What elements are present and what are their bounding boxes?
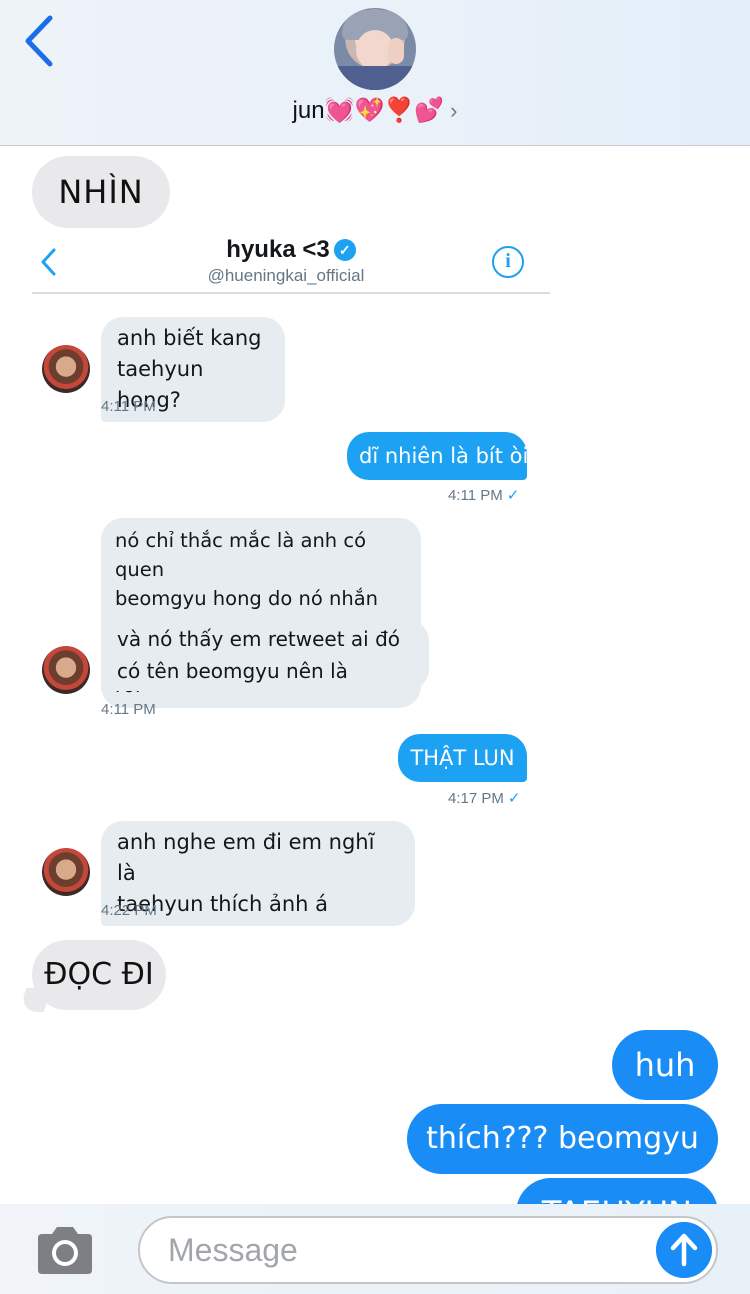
sent-message-huh[interactable]: huh — [612, 1030, 718, 1100]
dm-name-text: hyuka <3 — [226, 236, 330, 263]
dm-screenshot-header: hyuka <3 ✓ @hueningkai_official i — [32, 232, 550, 294]
contact-name-button[interactable]: jun💓💖❣️💕 › — [0, 96, 750, 125]
dm-handle: @hueningkai_official — [207, 266, 365, 285]
dm-line: nó chỉ thắc mắc là anh có quen — [115, 529, 367, 581]
dm-avatar — [42, 848, 90, 896]
message-placeholder: Message — [168, 1232, 298, 1268]
camera-icon[interactable] — [34, 1226, 96, 1276]
dm-received-bubble: và nó thấy em retweet ai đó có tên beomg… — [101, 619, 429, 691]
contact-avatar[interactable] — [334, 8, 416, 90]
dm-line: anh nghe em đi em nghĩ là — [117, 830, 375, 885]
dm-timestamp: 4:11 PM ✓ — [448, 486, 519, 504]
send-arrow-icon[interactable] — [656, 1222, 712, 1278]
dm-contact-name: hyuka <3 ✓ — [32, 236, 550, 264]
dm-avatar — [42, 345, 90, 393]
dm-time-text: 4:17 PM — [448, 790, 504, 807]
dm-timestamp: 4:11 PM — [101, 701, 156, 718]
sent-message-thich[interactable]: thích??? beomgyu — [407, 1104, 718, 1174]
dm-sent-bubble: THẬT LUN — [398, 734, 527, 782]
dm-line: và nó thấy em retweet ai đó — [117, 627, 401, 651]
dm-sent-bubble: dĩ nhiên là bít òi — [347, 432, 528, 480]
back-chevron-icon[interactable] — [22, 14, 62, 68]
verified-badge-icon: ✓ — [333, 239, 356, 261]
dm-avatar — [42, 646, 90, 694]
dm-line: anh biết kang — [117, 326, 262, 350]
dm-timestamp: 4:22 PM — [101, 902, 157, 919]
dm-line: có tên beomgyu nên là — [117, 659, 348, 683]
received-message-nhin[interactable]: NHÌN — [32, 156, 170, 228]
info-icon: i — [492, 246, 524, 278]
received-message-doc-di[interactable]: ĐỌC ĐI — [32, 940, 166, 1010]
compose-bar: Message — [0, 1204, 750, 1294]
chevron-right-icon: › — [450, 98, 458, 123]
conversation-header: jun💓💖❣️💕 › — [0, 0, 750, 146]
read-check-icon: ✓ — [507, 790, 521, 807]
dm-time-text: 4:11 PM — [448, 487, 503, 504]
read-check-icon: ✓ — [506, 487, 520, 504]
dm-line: taehyun thích ảnh á — [117, 892, 328, 916]
dm-timestamp: 4:17 PM ✓ — [448, 789, 520, 807]
contact-name: jun💓💖❣️💕 — [292, 97, 445, 124]
dm-timestamp: 4:11 PM — [101, 398, 156, 415]
message-input[interactable]: Message — [138, 1216, 718, 1284]
